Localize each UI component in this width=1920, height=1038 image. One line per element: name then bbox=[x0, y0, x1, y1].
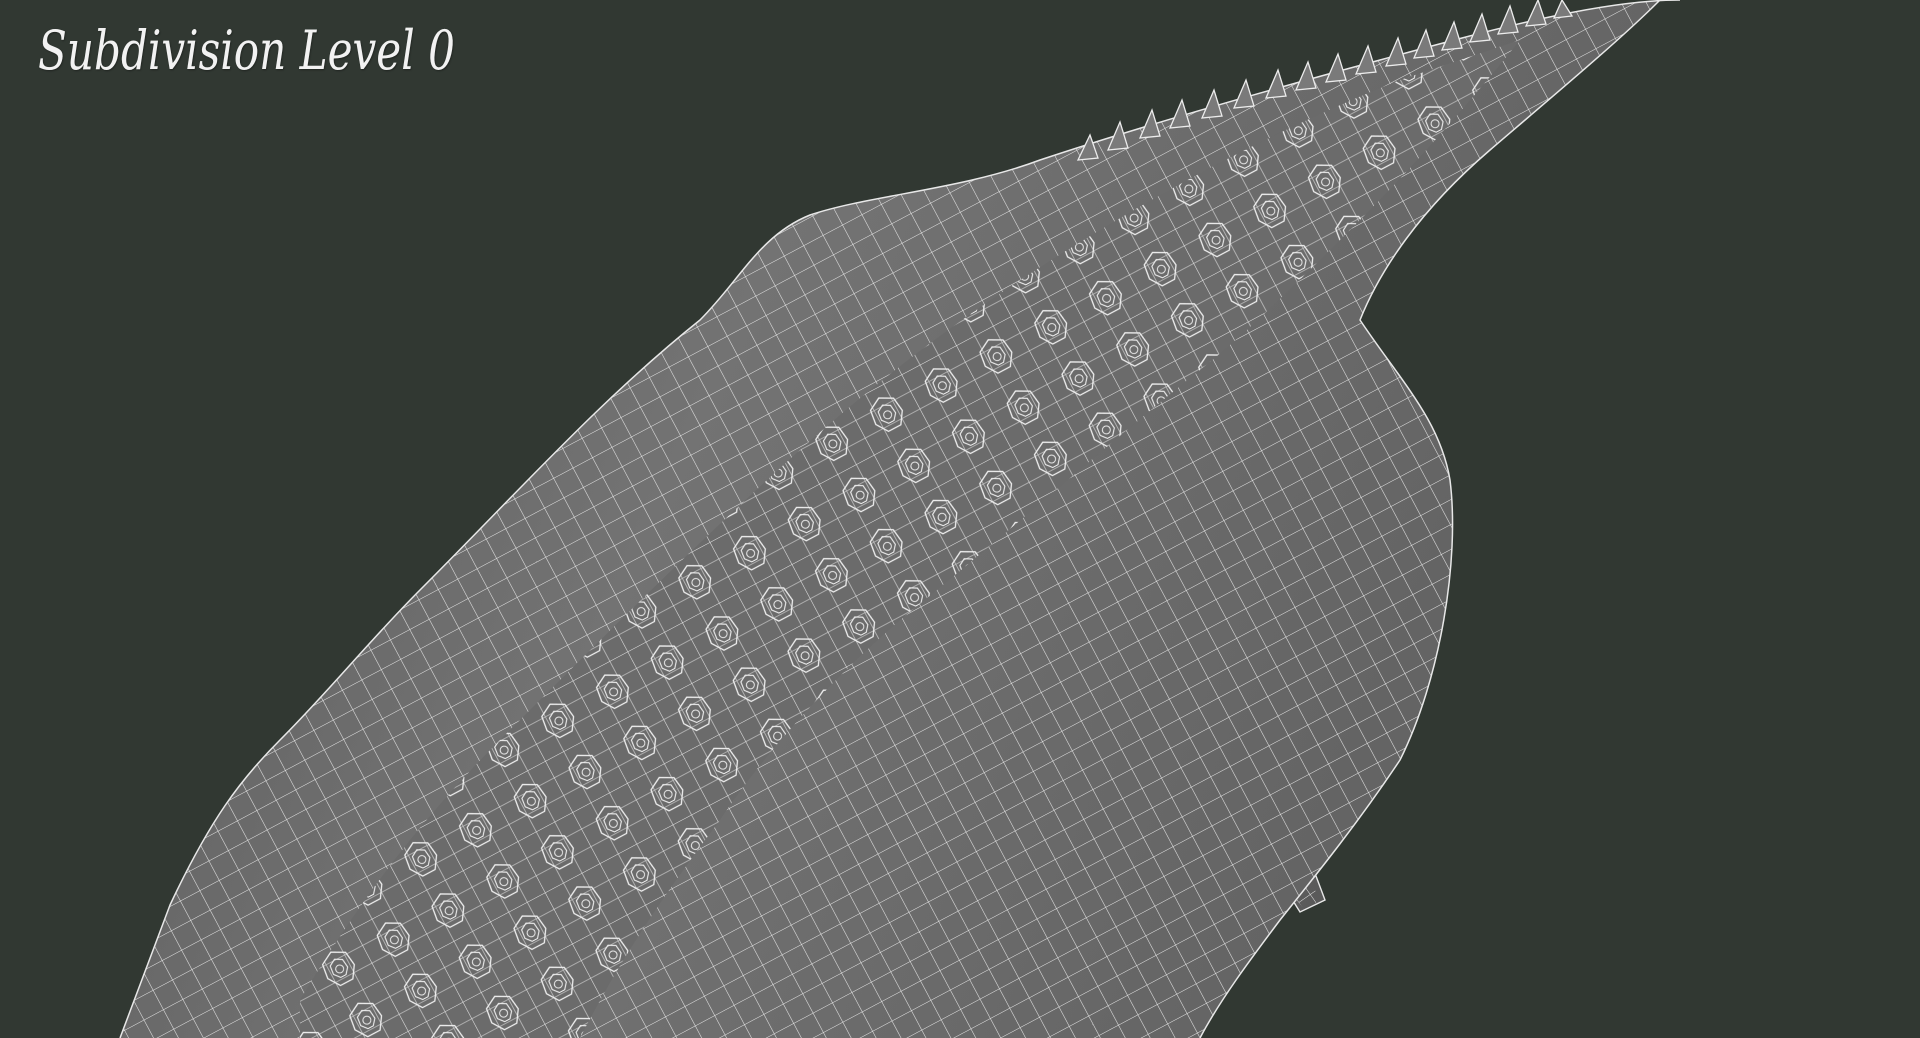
subdivision-level-label: Subdivision Level 0 bbox=[38, 19, 455, 82]
mesh-render bbox=[0, 0, 1920, 1038]
3d-viewport[interactable]: Subdivision Level 0 bbox=[0, 0, 1920, 1038]
